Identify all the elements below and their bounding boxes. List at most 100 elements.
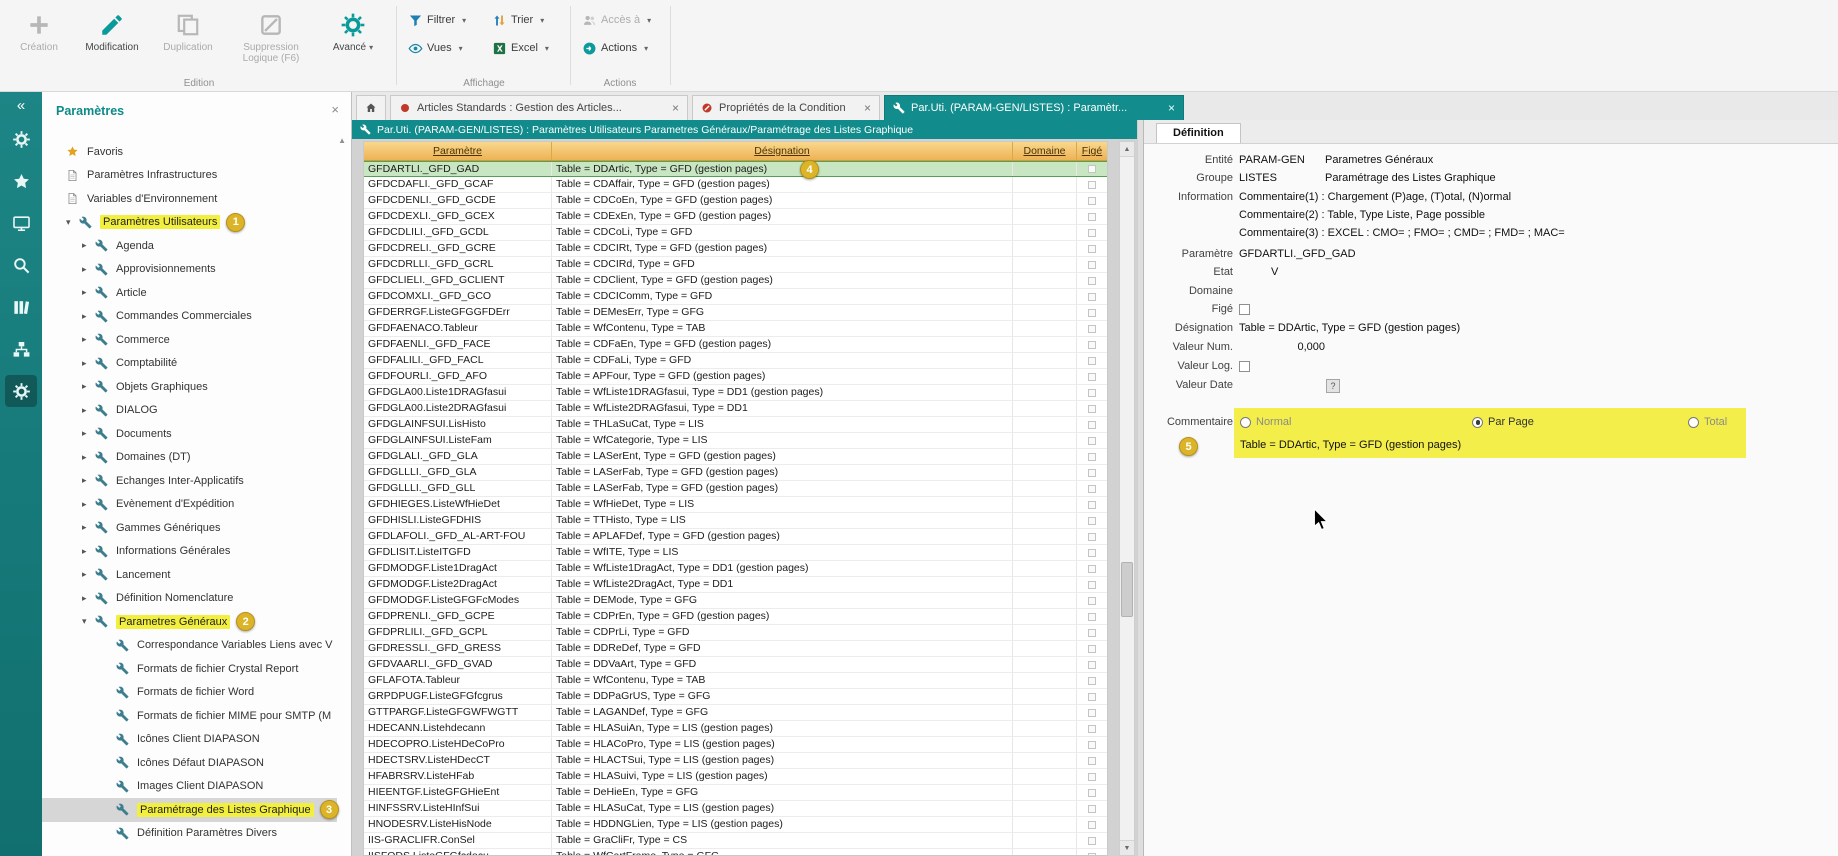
- table-row[interactable]: GFDGLA00.Liste2DRAGfasuiTable = WfListe2…: [364, 401, 1107, 417]
- table-row[interactable]: GFDRESSLI._GFD_GRESSTable = DDReDef, Typ…: [364, 641, 1107, 657]
- tab-par-uti-param-gen-listes[interactable]: Par.Uti. (PARAM-GEN/LISTES) : Paramètr..…: [884, 95, 1184, 120]
- valeur-num-value[interactable]: 0,000: [1239, 341, 1325, 353]
- fige-checkbox[interactable]: [1088, 293, 1096, 301]
- settings-nav-icon[interactable]: [5, 123, 37, 155]
- table-row[interactable]: GFLAFOTA.TableurTable = WfContenu, Type …: [364, 673, 1107, 689]
- fige-checkbox[interactable]: [1088, 357, 1096, 365]
- parameters-nav-icon[interactable]: [5, 375, 37, 407]
- chevron-right-icon[interactable]: ▸: [82, 334, 95, 345]
- table-row[interactable]: GFDMODGF.ListeGFGFcModesTable = DEMode, …: [364, 593, 1107, 609]
- fige-checkbox[interactable]: [1088, 741, 1096, 749]
- table-row[interactable]: GFDFAENLI._GFD_FACETable = CDFaEn, Type …: [364, 337, 1107, 353]
- table-row[interactable]: GFDCDEXLI._GFD_GCEXTable = CDExEn, Type …: [364, 209, 1107, 225]
- sidebar-item[interactable]: ▾Paramètres Utilisateurs1: [42, 211, 337, 235]
- sidebar-item[interactable]: ▸Comptabilité: [42, 352, 337, 376]
- sidebar-item[interactable]: Icônes Défaut DIAPASON: [42, 751, 337, 775]
- chevron-right-icon[interactable]: ▸: [82, 287, 95, 298]
- comment-text[interactable]: Table = DDArtic, Type = GFD (gestion pag…: [1240, 439, 1461, 451]
- fige-checkbox[interactable]: [1088, 485, 1096, 493]
- table-row[interactable]: GFDGLAINFSUI.ListeFamTable = WfCategorie…: [364, 433, 1107, 449]
- fige-checkbox[interactable]: [1088, 181, 1096, 189]
- sidebar-item[interactable]: Icônes Client DIAPASON: [42, 728, 337, 752]
- fige-checkbox[interactable]: [1088, 405, 1096, 413]
- table-row[interactable]: GFDMODGF.Liste1DragActTable = WfListe1Dr…: [364, 561, 1107, 577]
- chevron-right-icon[interactable]: ▸: [82, 546, 95, 557]
- trier-button[interactable]: Trier ▾: [488, 9, 548, 31]
- sidebar-item[interactable]: Images Client DIAPASON: [42, 775, 337, 799]
- sidebar-item[interactable]: ▸Objets Graphiques: [42, 375, 337, 399]
- sidebar-item[interactable]: ▾Parametres Généraux2: [42, 610, 337, 634]
- sidebar-item[interactable]: Correspondance Variables Liens avec V: [42, 634, 337, 658]
- fige-checkbox[interactable]: [1088, 837, 1096, 845]
- table-row[interactable]: GFDGLLLI._GFD_GLLTable = LASerFab, Type …: [364, 481, 1107, 497]
- fige-checkbox[interactable]: [1088, 789, 1096, 797]
- sidebar-item[interactable]: Variables d'Environnement: [42, 187, 337, 211]
- fige-checkbox[interactable]: [1088, 613, 1096, 621]
- duplication-button[interactable]: Duplication: [154, 6, 222, 72]
- table-vertical-scrollbar[interactable]: ▲ ▼: [1119, 141, 1135, 856]
- table-row[interactable]: GFDPRLILI._GFD_GCPLTable = CDPrLi, Type …: [364, 625, 1107, 641]
- fige-checkbox[interactable]: [1088, 597, 1096, 605]
- table-row[interactable]: IISFODS.ListeGFGfcdocuTable = WfCartFram…: [364, 849, 1107, 856]
- column-header-fige[interactable]: Figé: [1077, 142, 1107, 160]
- fige-checkbox[interactable]: [1088, 709, 1096, 717]
- collapse-sidebar-button[interactable]: «: [0, 92, 42, 118]
- chevron-right-icon[interactable]: ▸: [82, 240, 95, 251]
- fige-checkbox[interactable]: [1088, 245, 1096, 253]
- table-row[interactable]: GFDGLA00.Liste1DRAGfasuiTable = WfListe1…: [364, 385, 1107, 401]
- table-row[interactable]: GFDCOMXLI._GFD_GCOTable = CDCIComm, Type…: [364, 289, 1107, 305]
- sidebar-item[interactable]: Formats de fichier Crystal Report: [42, 657, 337, 681]
- table-row[interactable]: GFDERRGF.ListeGFGGFDErrTable = DEMesErr,…: [364, 305, 1107, 321]
- fige-checkbox[interactable]: [1088, 261, 1096, 269]
- excel-button[interactable]: Excel ▾: [488, 37, 553, 59]
- chevron-right-icon[interactable]: ▸: [82, 381, 95, 392]
- sidebar-item[interactable]: ▸Informations Générales: [42, 540, 337, 564]
- table-row[interactable]: GTTPARGF.ListeGFGWFWGTTTable = LAGANDef,…: [364, 705, 1107, 721]
- favorites-nav-icon[interactable]: [5, 165, 37, 197]
- library-nav-icon[interactable]: [5, 291, 37, 323]
- fige-checkbox[interactable]: [1088, 341, 1096, 349]
- table-row[interactable]: GFDGLLLI._GFD_GLATable = LASerFab, Type …: [364, 465, 1107, 481]
- scroll-down-icon[interactable]: ▼: [1120, 840, 1134, 855]
- tab-proprietes-condition[interactable]: Propriétés de la Condition ×: [692, 95, 880, 120]
- chevron-right-icon[interactable]: ▸: [82, 405, 95, 416]
- vues-button[interactable]: Vues ▾: [404, 37, 467, 59]
- fige-checkbox[interactable]: [1088, 533, 1096, 541]
- chevron-right-icon[interactable]: ▸: [82, 475, 95, 486]
- table-row[interactable]: HDECANN.ListehdecannTable = HLASuiAn, Ty…: [364, 721, 1107, 737]
- table-row[interactable]: GFDCDRELI._GFD_GCRETable = CDCIRt, Type …: [364, 241, 1107, 257]
- sidebar-item[interactable]: ▸Commandes Commerciales: [42, 305, 337, 329]
- table-row[interactable]: GFDVAARLI._GFD_GVADTable = DDVaArt, Type…: [364, 657, 1107, 673]
- sidebar-item[interactable]: ▸DIALOG: [42, 399, 337, 423]
- parametre-value[interactable]: GFDARTLI._GFD_GAD: [1239, 248, 1356, 260]
- fige-checkbox[interactable]: [1088, 853, 1096, 856]
- tab-definition[interactable]: Définition: [1156, 123, 1241, 143]
- fige-checkbox[interactable]: [1088, 229, 1096, 237]
- close-icon[interactable]: ×: [864, 101, 871, 115]
- close-icon[interactable]: ×: [672, 101, 679, 115]
- scrollbar-thumb[interactable]: [1121, 562, 1133, 617]
- table-row[interactable]: GFDGLAINFSUI.LisHistoTable = THLaSuCat, …: [364, 417, 1107, 433]
- fige-checkbox[interactable]: [1088, 373, 1096, 381]
- table-row[interactable]: HDECOPRO.ListeHDeCoProTable = HLACoPro, …: [364, 737, 1107, 753]
- sidebar-item[interactable]: Favoris: [42, 140, 337, 164]
- tab-articles-standards[interactable]: Articles Standards : Gestion des Article…: [390, 95, 688, 120]
- chevron-right-icon[interactable]: ▸: [82, 358, 95, 369]
- table-row[interactable]: GFDCDENLI._GFD_GCDETable = CDCoEn, Type …: [364, 193, 1107, 209]
- fige-checkbox[interactable]: [1088, 309, 1096, 317]
- column-header-designation[interactable]: Désignation: [552, 142, 1013, 160]
- chevron-right-icon[interactable]: ▸: [82, 593, 95, 604]
- fige-checkbox[interactable]: [1088, 549, 1096, 557]
- etat-value[interactable]: V: [1271, 266, 1278, 278]
- fige-checkbox[interactable]: [1088, 197, 1096, 205]
- fige-checkbox[interactable]: [1088, 565, 1096, 573]
- fige-checkbox[interactable]: [1088, 677, 1096, 685]
- chevron-right-icon[interactable]: ▸: [82, 264, 95, 275]
- sidebar-item[interactable]: ▸Gammes Génériques: [42, 516, 337, 540]
- fige-checkbox[interactable]: [1088, 213, 1096, 221]
- fige-checkbox[interactable]: [1088, 165, 1096, 173]
- sidebar-item[interactable]: ▸Echanges Inter-Applicatifs: [42, 469, 337, 493]
- chevron-right-icon[interactable]: ▸: [82, 499, 95, 510]
- sidebar-item[interactable]: ▸Définition Nomenclature: [42, 587, 337, 611]
- table-row[interactable]: GFDCLIELI._GFD_GCLIENTTable = CDClient, …: [364, 273, 1107, 289]
